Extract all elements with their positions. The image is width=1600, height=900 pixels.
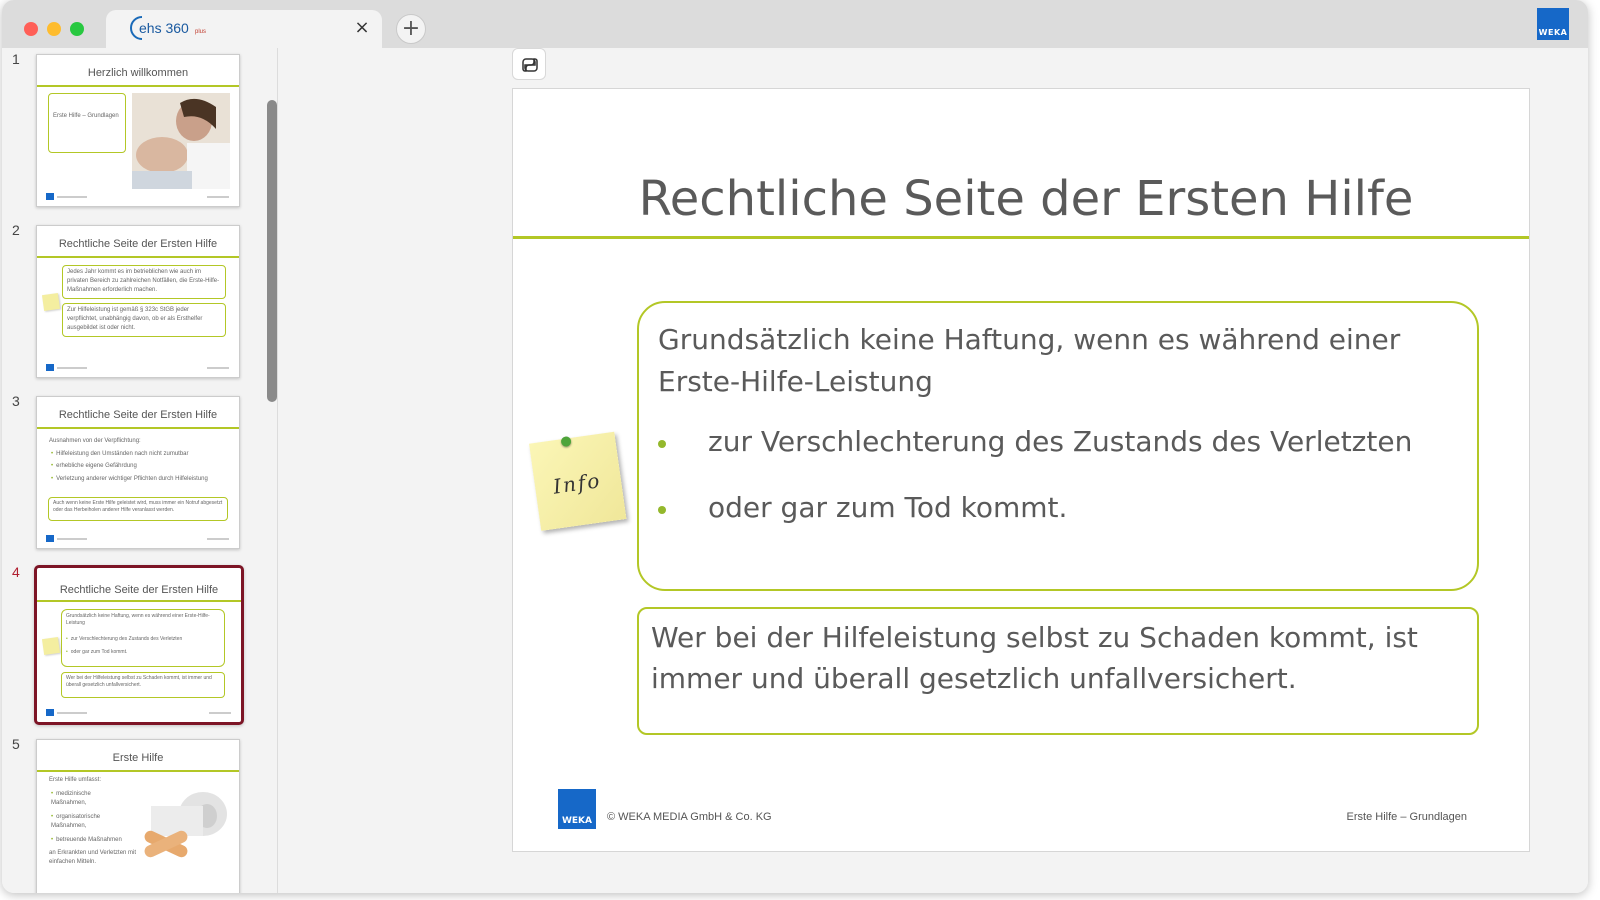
weka-mini-logo-icon (46, 709, 54, 716)
thumbnail-title: Rechtliche Seite der Ersten Hilfe (59, 584, 219, 596)
sidebar-scrollbar[interactable] (267, 100, 277, 402)
liability-box: Grundsätzlich keine Haftung, wenn es wäh… (637, 301, 1479, 591)
thumbnail-text-box: Grundsätzlich keine Haftung, wenn es wäh… (61, 609, 225, 667)
sticky-note-icon (41, 292, 61, 312)
ehs360-logo-icon: ehs 360 plus (130, 16, 206, 40)
thumbnail-bullet: organisatorische Maßnahmen, (51, 813, 111, 831)
weka-mini-logo-icon (46, 364, 54, 371)
bandage-photo-icon (141, 776, 231, 860)
bullet-text: zur Verschlechterung des Zustands des Ve… (708, 425, 1413, 458)
thumbnail-bullet: betreuende Maßnahmen (51, 836, 122, 845)
thumbnail-title: Erste Hilfe (112, 752, 164, 764)
thumbnail-text-box: Zur Hilfeleistung ist gemäß § 323c StGB … (62, 303, 226, 337)
thumbnail-intro: Erste Hilfe umfasst: (49, 777, 102, 783)
svg-text:ehs 360: ehs 360 (139, 20, 189, 36)
thumbnail-footer (207, 367, 229, 369)
thumbnail-text-box: Auch wenn keine Erste Hilfe geleistet wi… (48, 497, 228, 521)
slide-viewer: Rechtliche Seite der Ersten Hilfe Info G… (279, 48, 1588, 893)
thumbnail-number: 5 (12, 736, 20, 752)
svg-text:plus: plus (195, 29, 206, 35)
weka-mini-logo-icon (46, 535, 54, 542)
sticky-note-icon (41, 636, 61, 656)
thumbnail-title: Rechtliche Seite der Ersten Hilfe (58, 238, 218, 250)
thumbnail-intro: Ausnahmen von der Verpflichtung: (49, 438, 141, 444)
weka-logo-icon: WEKA (1537, 8, 1569, 40)
thumbnail-footer (57, 367, 87, 369)
thumbnail-rule (37, 256, 239, 258)
thumbnail-footer (57, 712, 87, 714)
slide-thumbnail-2[interactable]: Rechtliche Seite der Ersten Hilfe Jedes … (36, 225, 240, 378)
liability-text: Grundsätzlich keine Haftung, wenn es wäh… (658, 323, 1401, 398)
copilot-icon (522, 58, 538, 72)
slide-thumbnail-3[interactable]: Rechtliche Seite der Ersten Hilfe Ausnah… (36, 396, 240, 549)
thumbnail-text-box: Erste Hilfe – Grundlagen (48, 93, 126, 153)
info-sticky-note-icon: Info (529, 431, 631, 535)
title-rule (513, 236, 1529, 239)
slide-footer-title: Erste Hilfe – Grundlagen (1346, 811, 1467, 823)
browser-tab[interactable]: ehs 360 plus × (106, 10, 382, 48)
new-tab-button[interactable]: + (396, 14, 426, 44)
weka-mini-logo-icon (46, 193, 54, 200)
thumbnail-number: 1 (12, 51, 20, 67)
thumbnail-bullet: medizinische Maßnahmen, (51, 790, 111, 808)
thumbnail-title: Rechtliche Seite der Ersten Hilfe (58, 409, 218, 421)
bullet-text: oder gar zum Tod kommt. (708, 491, 1068, 524)
thumbnail-rule (37, 85, 239, 87)
close-window-button[interactable] (24, 22, 38, 36)
thumbnail-box-text: Grundsätzlich keine Haftung, wenn es wäh… (66, 613, 210, 626)
thumbnail-bullet: Verletzung anderer wichtiger Pflichten d… (51, 475, 211, 484)
thumbnail-text-box: Wer bei der Hilfeleistung selbst zu Scha… (61, 672, 225, 698)
bullet-dot-icon (658, 506, 666, 514)
thumbnail-rule (37, 600, 241, 602)
thumbnail-rule (37, 770, 239, 772)
care-photo-icon (132, 93, 230, 189)
insurance-box: Wer bei der Hilfeleistung selbst zu Scha… (637, 607, 1479, 735)
thumbnail-footer (207, 538, 229, 540)
slide-thumbnail-5[interactable]: Erste Hilfe Erste Hilfe umfasst: medizin… (36, 739, 240, 893)
thumbnail-number: 2 (12, 222, 20, 238)
thumbnail-title: Herzlich willkommen (87, 67, 189, 79)
thumbnail-footer (207, 196, 229, 198)
thumbnail-footer (57, 538, 87, 540)
thumbnail-number-active: 4 (12, 564, 20, 580)
slide-thumbnail-4-selected[interactable]: Rechtliche Seite der Ersten Hilfe Grunds… (34, 565, 244, 725)
thumbnail-footer (57, 196, 87, 198)
thumbnail-bullet: zur Verschlechterung des Zustands des Ve… (66, 635, 182, 644)
weka-logo-icon: WEKA (558, 789, 596, 829)
insurance-text: Wer bei der Hilfeleistung selbst zu Scha… (651, 621, 1418, 695)
thumbnail-bullet: Hilfeleistung den Umständen nach nicht z… (51, 450, 188, 459)
slide-title: Rechtliche Seite der Ersten Hilfe (638, 171, 1414, 227)
thumbnail-footer (209, 712, 231, 714)
current-slide: Rechtliche Seite der Ersten Hilfe Info G… (512, 88, 1530, 852)
slide-copyright: © WEKA MEDIA GmbH & Co. KG (607, 811, 772, 823)
slide-thumbnail-1[interactable]: Herzlich willkommen Erste Hilfe – Grundl… (36, 54, 240, 207)
minimize-window-button[interactable] (47, 22, 61, 36)
thumbnail-bullet: oder gar zum Tod kommt. (66, 648, 128, 657)
thumbnail-text-box: Jedes Jahr kommt es im betrieblichen wie… (62, 265, 226, 299)
thumbnail-bullet: erhebliche eigene Gefährdung (51, 462, 137, 471)
thumbnail-rule (37, 427, 239, 429)
thumbnail-number: 3 (12, 393, 20, 409)
thumbnail-outro: an Erkrankten und Verletzten mit einfach… (49, 850, 137, 865)
copilot-button[interactable] (512, 48, 546, 80)
bullet-dot-icon (658, 440, 666, 448)
maximize-window-button[interactable] (70, 22, 84, 36)
slide-thumbnail-panel: 1 Herzlich willkommen Erste Hilfe – Grun… (2, 48, 278, 893)
close-tab-icon[interactable]: × (352, 18, 372, 38)
title-bar: ehs 360 plus × + WEKA (2, 0, 1588, 48)
app-window: ehs 360 plus × + WEKA 1 Herzlich willkom… (2, 0, 1588, 893)
